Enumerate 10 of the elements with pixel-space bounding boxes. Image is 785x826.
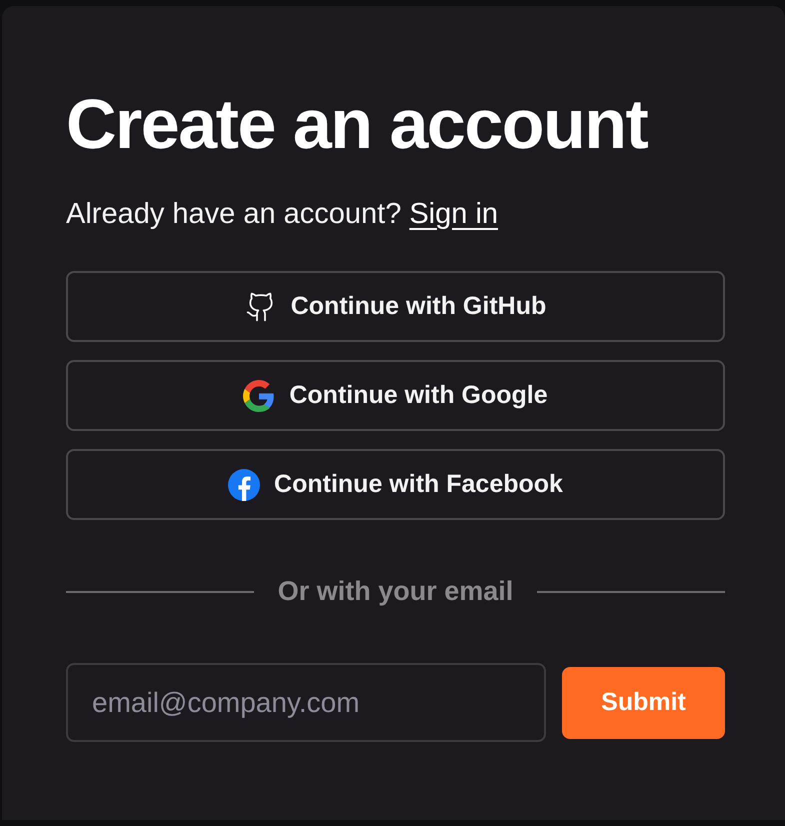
page-title: Create an account [66,84,649,164]
divider-label: Or with your email [278,576,514,607]
signin-prompt: Already have an account? [66,198,402,231]
google-icon [243,380,276,412]
google-signin-button[interactable]: Continue with Google [66,360,725,431]
facebook-signin-button[interactable]: Continue with Facebook [66,449,725,520]
github-signin-button[interactable]: Continue with GitHub [66,271,725,342]
signin-link[interactable]: Sign in [409,198,498,231]
email-field[interactable]: email@company.com [66,663,546,742]
facebook-icon [228,468,260,500]
